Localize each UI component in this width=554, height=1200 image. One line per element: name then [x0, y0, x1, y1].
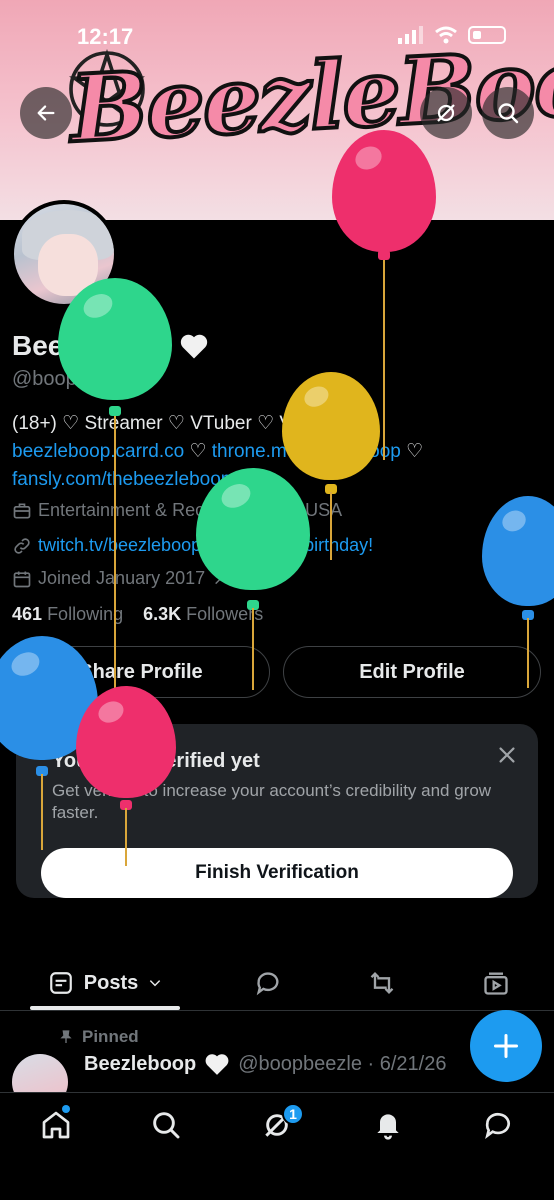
plus-icon	[493, 1033, 519, 1059]
search-button[interactable]	[482, 87, 534, 139]
white-heart-icon	[180, 334, 208, 359]
wifi-icon	[435, 26, 457, 44]
edit-profile-button[interactable]: Edit Profile	[283, 646, 541, 698]
tab-posts-label: Posts	[83, 971, 139, 994]
signal-icon	[398, 26, 423, 44]
post-handle-date: @boopbeezle · 6/21/26	[238, 1052, 447, 1075]
reposts-icon[interactable]	[368, 969, 396, 997]
post-author[interactable]: Beezleboop	[84, 1053, 196, 1076]
balloon-red-2	[76, 686, 176, 866]
finish-verification-button[interactable]: Finish Verification	[41, 848, 513, 898]
bio-link-carrd[interactable]: beezleboop.carrd.co	[12, 441, 184, 462]
followers-link[interactable]: 6.3K Followers	[143, 604, 263, 624]
briefcase-icon	[13, 503, 31, 518]
profile-tabs: Posts	[0, 955, 554, 1011]
search-icon[interactable]	[150, 1109, 182, 1141]
pinned-indicator: Pinned	[58, 1027, 139, 1047]
followers-count: 6.3K	[143, 604, 182, 624]
profile-location: USA	[305, 500, 343, 520]
balloon-blue-right	[482, 496, 554, 688]
posts-icon	[49, 972, 72, 994]
messages-icon[interactable]	[482, 1109, 514, 1141]
notification-badge: 1	[282, 1103, 304, 1125]
meta-row-3[interactable]: Joined January 2017	[12, 568, 225, 589]
bio-separator: ♡	[406, 441, 424, 462]
bio-line-1: (18+) ♡ Streamer ♡ VTuber ♡ VRChat ♡	[12, 413, 369, 434]
bell-icon[interactable]	[372, 1109, 404, 1141]
chevron-down-icon	[150, 980, 161, 987]
close-icon[interactable]	[496, 744, 518, 766]
tab-posts[interactable]: Posts	[30, 955, 180, 1011]
status-icons	[398, 26, 506, 44]
search-icon	[498, 103, 519, 124]
profile-website[interactable]: twitch.tv/beezleboop	[38, 535, 201, 556]
grok-icon	[437, 104, 455, 122]
back-button[interactable]	[20, 87, 72, 139]
status-time: 12:17	[77, 24, 134, 49]
bio-separator: ♡	[189, 441, 207, 462]
balloon-green-2	[196, 468, 310, 690]
pinned-label: Pinned	[82, 1027, 139, 1046]
media-icon[interactable]	[482, 969, 510, 997]
post-header: Beezleboop @boopbeezle · 6/21/26	[84, 1052, 446, 1076]
profile-stats: 461 Following 6.3K Followers	[12, 604, 263, 625]
arrow-left-icon	[37, 105, 55, 121]
profile-joined: Joined January 2017	[38, 568, 206, 588]
home-notification-dot	[62, 1105, 70, 1113]
white-heart-icon	[205, 1054, 229, 1075]
battery-icon	[468, 26, 506, 44]
balloon-yellow	[282, 372, 380, 560]
following-link[interactable]: 461 Following	[12, 604, 123, 624]
meta-row-2: twitch.tv/beezleboop Happy birthday!	[12, 535, 373, 556]
replies-icon[interactable]	[254, 969, 282, 997]
following-label: Following	[47, 604, 124, 624]
pin-icon	[60, 1030, 72, 1043]
balloon-green	[58, 278, 172, 766]
home-icon[interactable]	[40, 1109, 72, 1141]
following-count: 461	[12, 604, 43, 624]
calendar-icon	[13, 571, 31, 587]
link-icon	[14, 537, 30, 554]
bottom-nav: 1	[0, 1092, 554, 1200]
compose-button[interactable]	[470, 1010, 542, 1082]
tab-active-indicator	[30, 1006, 180, 1010]
balloon-red	[332, 130, 436, 460]
